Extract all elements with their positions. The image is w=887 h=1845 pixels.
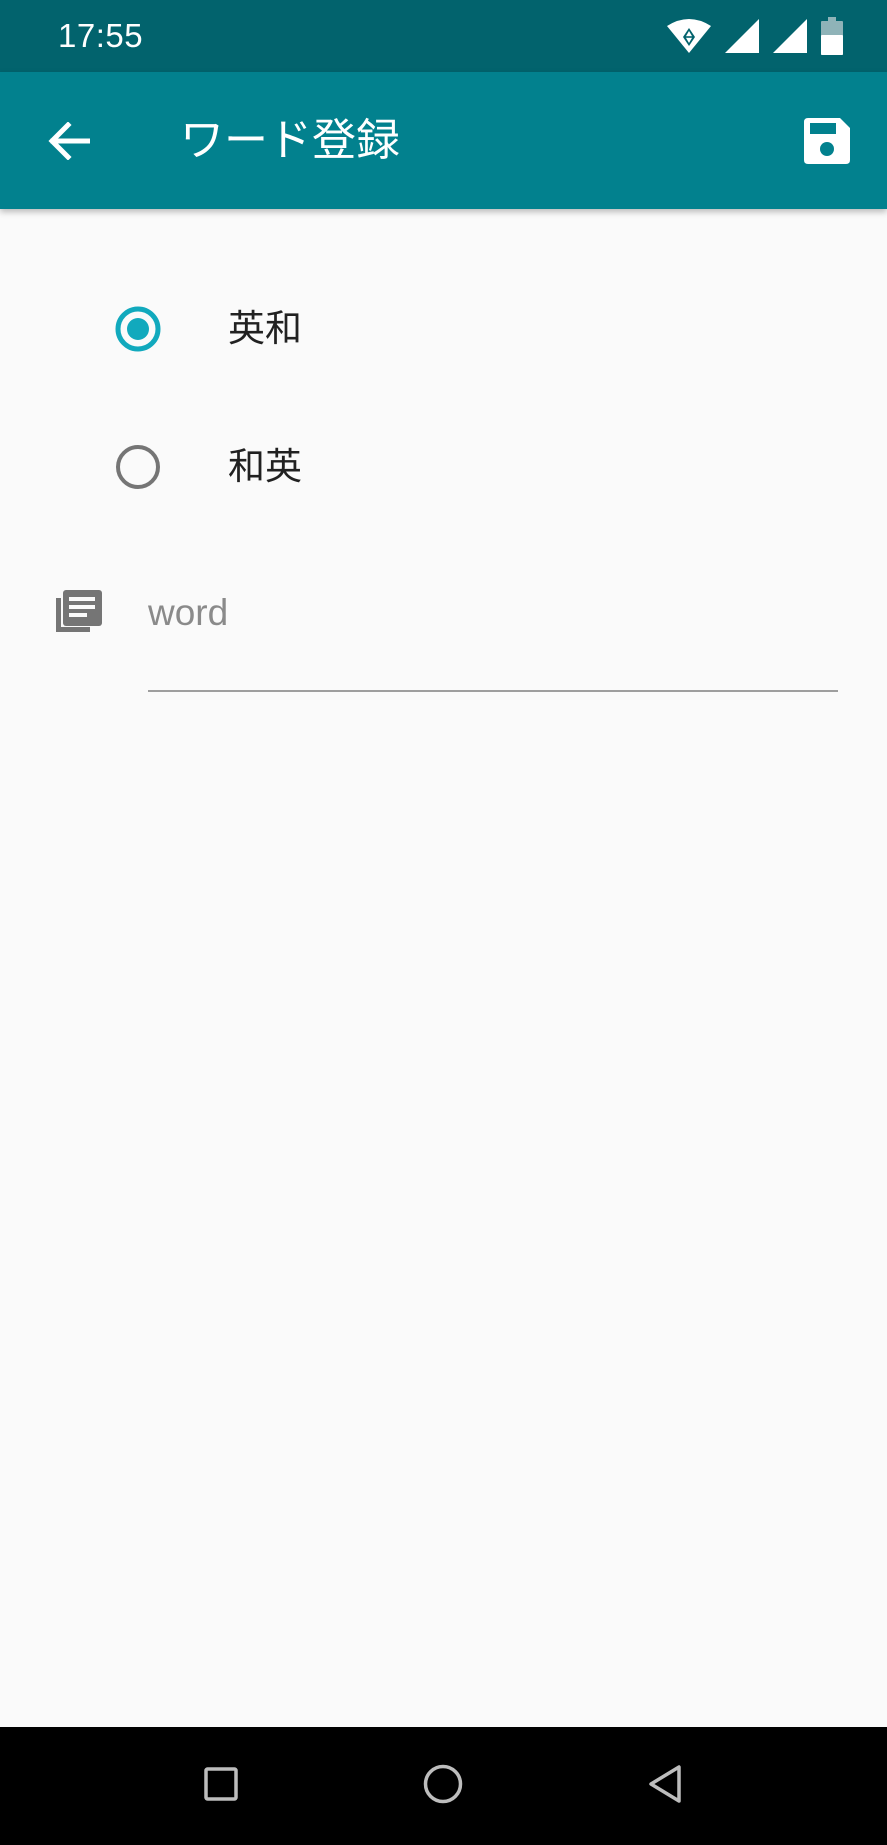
radio-button-unselected[interactable]	[100, 429, 176, 505]
back-icon	[647, 1764, 683, 1808]
word-input-underline	[148, 690, 838, 692]
app-bar: ワード登録	[0, 72, 887, 209]
status-bar: 17:55	[0, 0, 887, 72]
radio-label-waei: 和英	[228, 445, 302, 488]
navigation-bar	[0, 1727, 887, 1845]
arrow-back-icon	[48, 121, 91, 164]
radio-button-selected[interactable]	[100, 291, 176, 367]
signal-icon	[725, 19, 759, 53]
recents-button[interactable]	[188, 1753, 254, 1819]
word-input[interactable]	[148, 580, 838, 646]
wifi-icon	[667, 18, 711, 54]
home-icon	[423, 1764, 463, 1808]
back-button[interactable]	[38, 112, 100, 174]
nav-back-button[interactable]	[632, 1753, 698, 1819]
save-icon	[804, 118, 850, 168]
status-icons	[667, 17, 843, 55]
home-button[interactable]	[410, 1753, 476, 1819]
library-books-icon	[50, 586, 108, 644]
battery-icon	[821, 17, 843, 55]
signal-icon	[773, 19, 807, 53]
radio-label-eiwa: 英和	[228, 307, 302, 350]
recents-icon	[204, 1767, 238, 1805]
word-field	[148, 580, 838, 694]
radio-option-waei[interactable]: 和英	[100, 422, 600, 512]
status-time: 17:55	[58, 17, 144, 54]
radio-option-eiwa[interactable]: 英和	[100, 284, 600, 374]
page-title: ワード登録	[180, 115, 400, 166]
save-button[interactable]	[796, 112, 858, 174]
